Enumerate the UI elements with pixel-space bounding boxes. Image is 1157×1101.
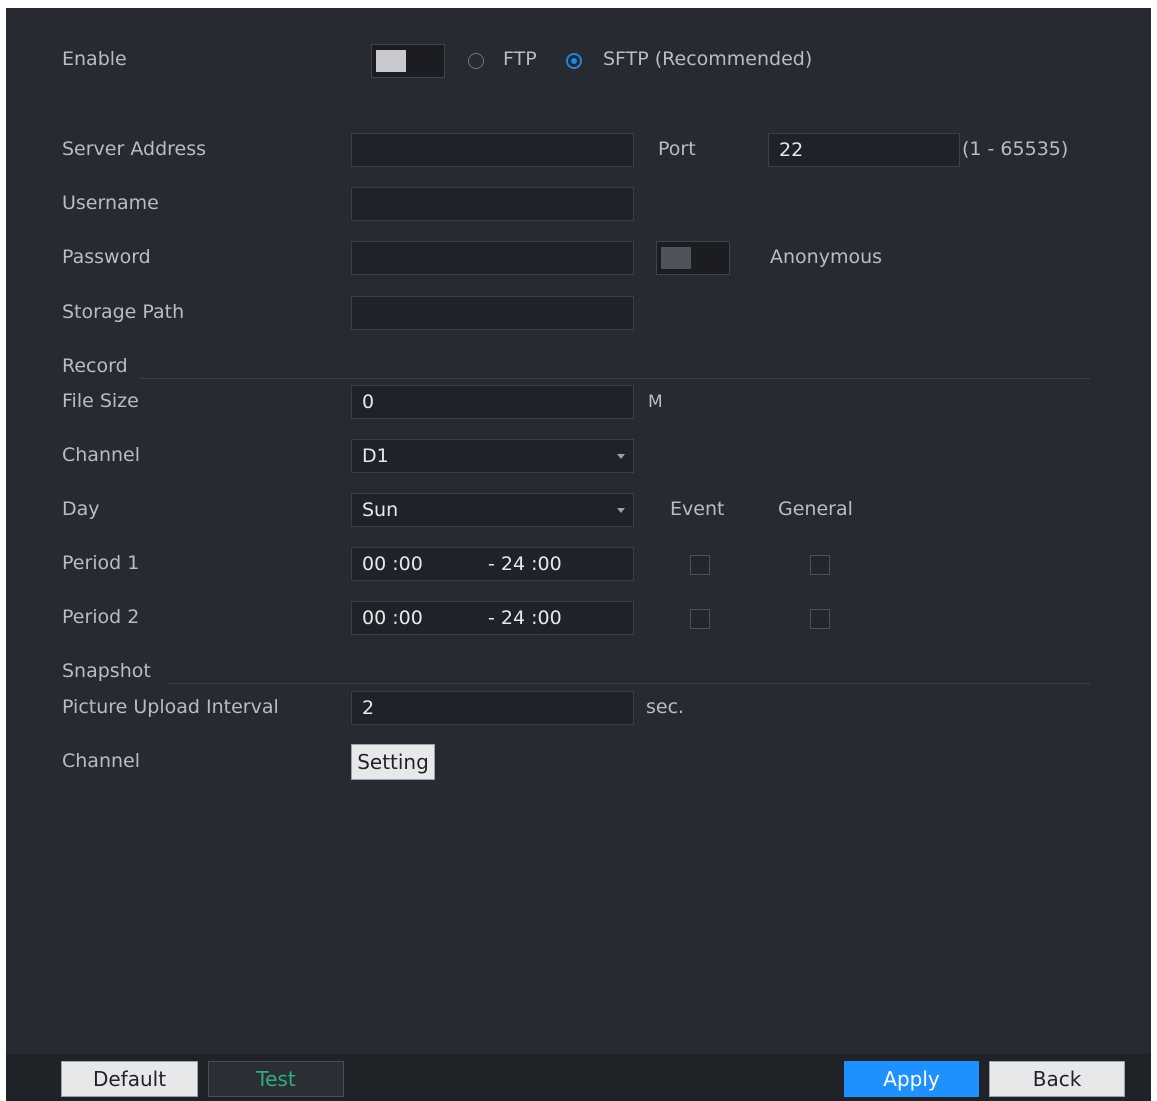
upload-interval-input[interactable]: 2 — [351, 691, 634, 725]
day-label: Day — [62, 498, 100, 520]
day-select[interactable]: Sun — [351, 493, 634, 527]
storage-path-input[interactable] — [351, 296, 634, 330]
chevron-down-icon — [617, 508, 625, 513]
period-2-event-checkbox[interactable] — [690, 609, 710, 629]
ftp-radio[interactable] — [468, 53, 484, 69]
period-2-general-checkbox[interactable] — [810, 609, 830, 629]
file-size-label: File Size — [62, 390, 139, 412]
server-address-label: Server Address — [62, 138, 207, 160]
period-2-end[interactable]: - 24 :00 — [488, 602, 562, 634]
snapshot-channel-label: Channel — [62, 750, 141, 772]
period-1-general-checkbox[interactable] — [810, 555, 830, 575]
password-label: Password — [62, 246, 151, 268]
file-size-unit: M — [648, 392, 663, 412]
day-value: Sun — [362, 499, 399, 521]
record-channel-value: D1 — [362, 445, 389, 467]
password-input[interactable] — [351, 241, 634, 275]
test-button[interactable]: Test — [208, 1061, 344, 1097]
sftp-radio[interactable] — [566, 53, 582, 69]
general-column-header: General — [778, 498, 853, 520]
period-1-event-checkbox[interactable] — [690, 555, 710, 575]
sftp-radio-label: SFTP (Recommended) — [603, 48, 813, 70]
apply-button[interactable]: Apply — [844, 1061, 979, 1097]
period-1-end[interactable]: - 24 :00 — [488, 548, 562, 580]
event-column-header: Event — [670, 498, 725, 520]
port-range-hint: (1 - 65535) — [962, 138, 1069, 160]
period-2-start[interactable]: 00 :00 — [362, 607, 423, 629]
snapshot-divider — [168, 683, 1090, 684]
record-section-title: Record — [62, 355, 128, 377]
chevron-down-icon — [617, 454, 625, 459]
record-channel-label: Channel — [62, 444, 141, 466]
period-1-start[interactable]: 00 :00 — [362, 553, 423, 575]
ftp-radio-label: FTP — [503, 48, 537, 70]
period-2-time-range[interactable]: 00 :00 - 24 :00 — [351, 601, 634, 635]
period-1-label: Period 1 — [62, 552, 140, 574]
anonymous-label: Anonymous — [770, 246, 883, 268]
back-button[interactable]: Back — [989, 1061, 1125, 1097]
upload-interval-unit: sec. — [646, 696, 685, 718]
toggle-knob — [376, 50, 406, 72]
period-2-label: Period 2 — [62, 606, 140, 628]
username-label: Username — [62, 192, 159, 214]
storage-path-label: Storage Path — [62, 301, 185, 323]
period-1-time-range[interactable]: 00 :00 - 24 :00 — [351, 547, 634, 581]
channel-setting-button[interactable]: Setting — [351, 744, 435, 780]
port-input[interactable]: 22 — [768, 133, 960, 167]
record-channel-select[interactable]: D1 — [351, 439, 634, 473]
enable-label: Enable — [62, 48, 127, 70]
snapshot-section-title: Snapshot — [62, 660, 151, 682]
anonymous-toggle[interactable] — [656, 241, 730, 275]
port-label: Port — [658, 138, 696, 160]
username-input[interactable] — [351, 187, 634, 221]
record-divider — [140, 378, 1090, 379]
upload-interval-label: Picture Upload Interval — [62, 696, 279, 718]
toggle-knob — [661, 247, 691, 269]
default-button[interactable]: Default — [61, 1061, 198, 1097]
file-size-input[interactable]: 0 — [351, 385, 634, 419]
server-address-input[interactable] — [351, 133, 634, 167]
enable-toggle[interactable] — [371, 44, 445, 78]
